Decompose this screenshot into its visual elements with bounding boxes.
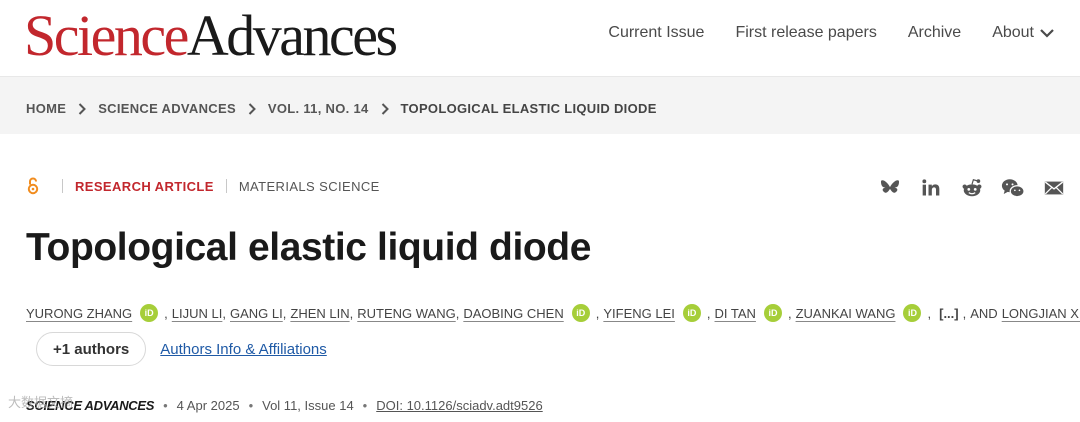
- watermark: 大数据文摘: [8, 395, 74, 410]
- separator-dot: •: [248, 398, 254, 413]
- reddit-icon[interactable]: [960, 176, 984, 200]
- breadcrumb-current: TOPOLOGICAL ELASTIC LIQUID DIODE: [400, 101, 657, 116]
- site-header: ScienceAdvances Current Issue First rele…: [0, 0, 1080, 76]
- article-title: Topological elastic liquid diode: [26, 226, 592, 269]
- chevron-right-icon: [78, 102, 87, 115]
- author-list: YURONG ZHANG iD, LIJUN LI, GANG LI, ZHEN…: [26, 304, 1080, 322]
- nav-archive[interactable]: Archive: [908, 24, 961, 42]
- author-link[interactable]: DAOBING CHEN: [463, 306, 563, 321]
- site-logo[interactable]: ScienceAdvances: [24, 3, 398, 68]
- article-subject[interactable]: MATERIALS SCIENCE: [239, 179, 380, 194]
- author-link[interactable]: DI TAN: [715, 306, 756, 321]
- divider: [62, 179, 63, 193]
- author-link[interactable]: GANG LI: [230, 306, 283, 321]
- nav-current-issue[interactable]: Current Issue: [608, 24, 704, 42]
- author-ellipsis[interactable]: [...]: [939, 306, 959, 321]
- open-access-icon: [27, 177, 39, 195]
- nav-first-release[interactable]: First release papers: [735, 24, 876, 42]
- logo-advances-text: Advances: [186, 3, 398, 68]
- chevron-right-icon: [248, 102, 256, 115]
- article-type-row: RESEARCH ARTICLE MATERIALS SCIENCE: [26, 177, 380, 195]
- chevron-down-icon: [1040, 29, 1054, 38]
- separator-dot: •: [163, 398, 168, 413]
- author-link[interactable]: YIFENG LEI: [603, 306, 675, 321]
- affiliations-link[interactable]: Authors Info & Affiliations: [160, 341, 327, 358]
- breadcrumb: HOME SCIENCE ADVANCES VOL. 11, NO. 14 TO…: [26, 101, 657, 116]
- logo-science-text: Science: [24, 3, 189, 68]
- email-icon[interactable]: [1042, 176, 1066, 200]
- orcid-icon[interactable]: iD: [763, 304, 782, 322]
- author-actions: +1 authors Authors Info & Affiliations: [36, 332, 327, 366]
- author-link[interactable]: ZHEN LIN: [290, 306, 349, 321]
- breadcrumb-bar: HOME SCIENCE ADVANCES VOL. 11, NO. 14 TO…: [0, 76, 1080, 134]
- more-authors-button[interactable]: +1 authors: [36, 332, 147, 366]
- divider: [225, 179, 227, 193]
- author-link[interactable]: ZUANKAI WANG: [796, 306, 896, 321]
- author-link[interactable]: RUTENG WANG: [357, 306, 455, 321]
- linkedin-icon[interactable]: [919, 176, 943, 200]
- main-nav: Current Issue First release papers Archi…: [608, 24, 1054, 42]
- orcid-icon[interactable]: iD: [682, 304, 701, 322]
- share-bar: [878, 176, 1066, 200]
- breadcrumb-home[interactable]: HOME: [26, 101, 66, 116]
- doi-link[interactable]: DOI: 10.1126/sciadv.adt9526: [376, 398, 542, 413]
- publish-date: 4 Apr 2025: [176, 398, 240, 413]
- wechat-icon[interactable]: [1001, 176, 1025, 200]
- bluesky-icon[interactable]: [878, 176, 902, 200]
- breadcrumb-issue[interactable]: VOL. 11, NO. 14: [268, 101, 369, 116]
- orcid-icon[interactable]: iD: [571, 304, 590, 322]
- nav-about[interactable]: About: [992, 24, 1054, 42]
- author-link[interactable]: LONGJIAN XUE: [1002, 306, 1080, 321]
- orcid-icon[interactable]: iD: [140, 304, 159, 322]
- nav-about-label: About: [992, 24, 1034, 41]
- chevron-right-icon: [381, 102, 389, 115]
- breadcrumb-journal[interactable]: SCIENCE ADVANCES: [98, 101, 236, 116]
- volume-issue[interactable]: Vol 11, Issue 14: [262, 398, 354, 413]
- article-meta: SCIENCE ADVANCES • 4 Apr 2025 • Vol 11, …: [26, 398, 543, 413]
- orcid-icon[interactable]: iD: [903, 304, 922, 322]
- article-type: RESEARCH ARTICLE: [75, 178, 214, 194]
- separator-dot: •: [362, 398, 368, 413]
- author-link[interactable]: YURONG ZHANG: [26, 306, 132, 321]
- author-link[interactable]: LIJUN LI: [172, 306, 223, 321]
- author-and: AND: [970, 305, 998, 321]
